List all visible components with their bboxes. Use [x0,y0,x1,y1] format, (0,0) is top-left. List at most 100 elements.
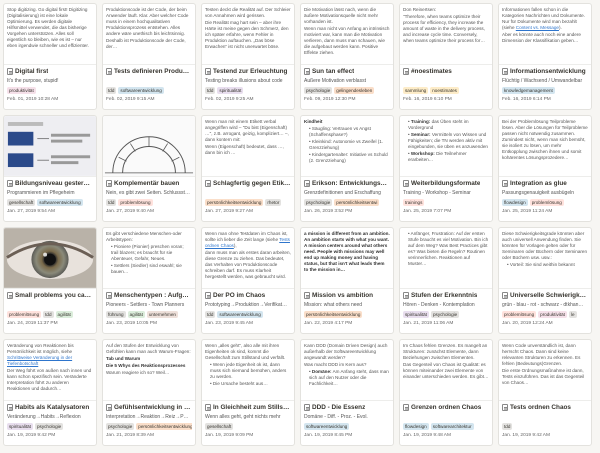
card-title: Universelle Schwierigkeit… [510,292,588,299]
card-date: Feb. 09, 2019 12:30 PM [304,97,356,102]
preview-paragraph: Der Weg führt von außen nach innen und k… [7,368,92,391]
page-icon [205,404,211,411]
card-properties: Mission vs ambition Mission: what others … [301,289,393,327]
page-icon [106,404,112,411]
card-title-row: Habits als Katalysatoren [7,403,93,412]
card-tags: problemlösung tdd agilität [7,311,93,318]
card-title-row: Digital first [7,67,93,76]
card-properties: Digital first It's the purpose, stupid! pr… [4,65,96,103]
card-date: Feb. 01, 2019 10:28 AM [7,97,59,102]
card-date: Feb. 16, 2019 6:10 PM [403,97,452,102]
gallery-card[interactable]: Don Reinertsen: "Therefore, when teams op… [399,3,493,110]
card-tags: flowdesign problemlösung [502,199,588,206]
tag-badge: rhetor [265,199,282,206]
card-subtitle: It's the purpose, stupid! [7,78,59,84]
gallery-card[interactable]: Es gibt verschiedene Menschen-oder Arbei… [102,227,196,334]
gallery-card[interactable]: Small problems you can … problemlösung tdd… [3,227,97,334]
tag-badge: noestimates [430,87,459,94]
preview-paragraph: Kindergartenalter: Initiative vs Schuld … [304,152,390,164]
inline-link[interactable]: Content vs. Message [516,25,559,30]
tag-badge: führung [106,311,126,318]
tag-badge: psychologie [34,423,64,430]
card-tags: tdd softwareentwicklung [106,87,192,94]
card-subtitle: Programmieren im Pflegeheim [7,190,75,196]
card-date: Jan. 22, 2019 4:17 PM [304,321,353,326]
card-subtitle: Passungsgenauigkeit ausbügeln [502,190,574,196]
gallery-card[interactable]: Produktionscode ist der Code, der beim A… [102,3,196,110]
card-subtitle: Äußere Motivation verblasst [304,78,366,84]
preview-paragraph: Was macht DDD im Kern aus? [304,362,367,367]
inline-link[interactable]: Schrittweise Veränderung in der Tiefenbo… [7,355,72,366]
preview-paragraph: Workshop: Die Teilnehmer erarbeiten… [403,151,489,163]
card-subtitle: Mission: what others need [304,302,363,308]
gallery-card[interactable]: Testen deckt die Realität auf. Der Schle… [201,3,295,110]
preview-paragraph: Das Gegenteil von Chaos ist Qualität: es… [403,362,489,379]
card-title: Digital first [15,68,49,75]
gallery-card[interactable]: Kindheit Säugling: Vertrauen vs Angst (Sc… [300,115,394,222]
gallery-card[interactable]: Wenn Code unverständlich ist, dann herrs… [498,339,592,446]
card-preview: Kann DDD (Domain Driven Design) auch auß… [301,340,393,401]
preview-paragraph: Auf den Stufen der Entwicklung von Gefüh… [106,343,191,354]
tag-badge: persönlichkeitsentwi [334,199,380,206]
card-title-row: Erikson: Entwicklungsph… [304,179,390,188]
gallery-card[interactable]: Kann DDD (Domain Driven Design) auch auß… [300,339,394,446]
card-title: Sun tan effect [312,68,355,75]
card-title: #noestimates [411,68,452,75]
tag-badge: produktivität [7,87,36,94]
preview-paragraph: Stop digitizing. Go digital first! Digit… [7,7,89,48]
card-title-row: Mission vs ambition [304,291,390,300]
preview-paragraph: Wenn „alles geht“, also alle mit ihren E… [205,343,286,360]
card-tags: knowledgemanagement [502,87,588,94]
card-preview: Wenn Code unverständlich ist, dann herrs… [499,340,591,401]
card-tags: problemlösung produktivität le [502,311,588,318]
card-preview: Wenn „alles geht“, also alle mit ihren E… [202,340,294,401]
card-subtitle: Interpretation→Reaktion→Reiz→P… [106,414,189,420]
gallery-card[interactable]: Komplementär bauen Nein, es gibt zwei Sei… [102,115,196,222]
card-preview: Kindheit Säugling: Vertrauen vs Angst (Sc… [301,116,393,177]
card-tags: psychologie gelingendesleben [304,87,390,94]
gallery-card[interactable]: Wenn man ohne Testdaten im Chaos ist, so… [201,227,295,334]
preview-paragraph: Wenn man ohne Testdaten im Chaos ist, so… [205,231,290,248]
gallery-card[interactable]: Wenn „alles geht“, also alle mit ihren E… [201,339,295,446]
card-preview: Stop digitizing. Go digital first! Digit… [4,4,96,65]
gallery-card[interactable]: Training: das Üben steht im VordergrundS… [399,115,493,222]
card-preview: Don Reinertsen: "Therefore, when teams op… [400,4,492,65]
card-properties: Tests ordnen Chaos tdd Jan. 19, 2019 9:42 … [499,401,591,439]
tag-badge: sammlung [403,87,429,94]
gallery-card[interactable]: Bei der Problemlösung Teilprobleme lösen… [498,115,592,222]
gallery-card[interactable]: Wenn man mit einem Etikett verbal angegr… [201,115,295,222]
preview-paragraph: Pioniere (Pionier) preschen voran; trail… [106,244,192,262]
card-date: Jan. 27, 2019 9:27 AM [205,209,254,214]
gallery-card[interactable]: Veränderung von Reaktionen bis Persönlic… [3,339,97,446]
card-title: DDD - Die Essenz [312,404,366,411]
preview-paragraph: Wenn man mit einem Etikett verbal angegr… [205,119,289,142]
tag-badge: unternehmen [146,311,178,318]
card-properties: Menschentypen : Aufgab… Pioneers - Settle… [103,289,195,327]
preview-paragraph: Im Chaos fehlen Grenzen. Es mangelt an S… [403,343,488,360]
tag-badge: flowdesign [502,199,528,206]
page-icon [106,292,112,299]
gallery-card[interactable]: Anfänger, Frustration: Auf der ersten St… [399,227,493,334]
gallery-card[interactable]: Die Motivation lässt nach, wenn die äuße… [300,3,394,110]
card-subtitle: Domäne - Diff. - Proz. - Evol. [304,414,368,420]
tag-badge: softwareentwicklung [118,87,164,94]
card-subtitle: Hören - Denken - Kontemplation [403,302,475,308]
page-icon [403,68,409,75]
page-icon [502,292,508,299]
gallery-card[interactable]: Stop digitizing. Go digital first! Digit… [3,3,97,110]
gallery-card[interactable]: Auf den Stufen der Entwicklung von Gefüh… [102,339,196,446]
card-subtitle: Flüchtig / Wachsend / Umwandelbar [502,78,583,84]
card-title-row: DDD - Die Essenz [304,403,390,412]
gallery-card[interactable]: Diese Schwierigkeitsgrade könnten aber a… [498,227,592,334]
card-cover [103,116,195,177]
tag-badge: psychologie [430,311,460,318]
preview-paragraph: Wenn Code unverständlich ist, dann herrs… [502,343,581,366]
tag-badge: problemlösung [7,311,42,318]
gallery-card[interactable]: Informationen fallen schon in die Katego… [498,3,592,110]
gallery-card[interactable]: a mission is different from an ambition.… [300,227,394,334]
gallery-card[interactable]: Bildungsniveau gestern/… Programmieren im… [3,115,97,222]
card-title: Small problems you can … [15,292,93,299]
page-icon [205,68,211,75]
card-title-row: Testend zur Erleuchtung [205,67,291,76]
gallery-card[interactable]: Im Chaos fehlen Grenzen. Es mangelt an S… [399,339,493,446]
